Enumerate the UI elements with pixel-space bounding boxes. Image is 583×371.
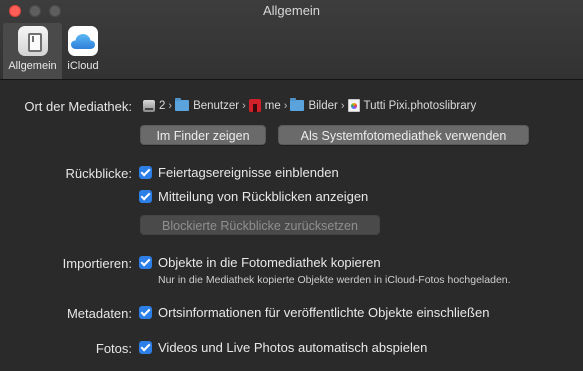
autoplay-checkbox[interactable] [139, 341, 152, 354]
copy-to-library-text: Objekte in die Fotomediathek kopieren [158, 255, 381, 270]
memories-notification-text: Mitteilung von Rückblicken anzeigen [158, 189, 369, 204]
tab-icloud-label: iCloud [67, 60, 99, 72]
folder-icon [175, 98, 190, 111]
path-segment-label: me [264, 99, 281, 112]
library-location-label: Ort der Mediathek: [24, 99, 132, 114]
location-info-checkbox[interactable] [139, 306, 152, 319]
path-segment-home[interactable]: me [248, 99, 281, 112]
library-path: 2 › Benutzer › me › Bilder › Tutti Pixi.… [143, 98, 477, 112]
path-segment-label: 2 [159, 99, 166, 112]
tab-general-label: Allgemein [8, 60, 57, 72]
copy-to-library-option[interactable]: Objekte in die Fotomediathek kopieren [139, 255, 381, 270]
path-separator: › [340, 99, 345, 112]
copy-to-library-checkbox[interactable] [139, 256, 152, 269]
path-segment-label: Benutzer [193, 99, 240, 112]
disk-icon [143, 99, 155, 112]
memories-notification-checkbox[interactable] [139, 190, 152, 203]
location-info-text: Ortsinformationen für veröffentlichte Ob… [158, 305, 490, 320]
path-segment-pictures[interactable]: Bilder [290, 98, 338, 112]
folder-icon [290, 98, 305, 111]
holiday-events-checkbox[interactable] [139, 166, 152, 179]
icloud-icon [68, 26, 98, 56]
holiday-events-text: Feiertagsereignisse einblenden [158, 165, 339, 180]
tab-icloud[interactable]: iCloud [63, 23, 103, 79]
path-separator: › [283, 99, 288, 112]
holiday-events-option[interactable]: Feiertagsereignisse einblenden [139, 165, 339, 180]
window-title: Allgemein [262, 3, 321, 18]
reset-blocked-memories-button[interactable]: Blockierte Rückblicke zurücksetzen [140, 215, 380, 235]
general-switch-icon [17, 26, 48, 56]
path-segment-users[interactable]: Benutzer [175, 98, 240, 112]
memories-label: Rückblicke: [65, 166, 132, 181]
autoplay-option[interactable]: Videos und Live Photos automatisch abspi… [139, 340, 427, 355]
photos-label: Fotos: [95, 341, 132, 356]
preferences-window: Allgemein Allgemein iCloud Ort der Media… [0, 0, 583, 371]
metadata-label: Metadaten: [66, 306, 132, 321]
path-segment-disk[interactable]: 2 [143, 99, 166, 112]
path-segment-library[interactable]: Tutti Pixi.photoslibrary [347, 99, 477, 112]
show-in-finder-button[interactable]: Im Finder zeigen [140, 125, 266, 145]
home-icon [248, 99, 261, 112]
autoplay-text: Videos und Live Photos automatisch abspi… [158, 340, 428, 355]
photos-library-icon [347, 99, 360, 112]
titlebar-toolbar: Allgemein Allgemein iCloud [0, 0, 583, 80]
use-as-system-library-button[interactable]: Als Systemfotomediathek verwenden [278, 125, 529, 145]
path-separator: › [242, 99, 246, 112]
path-segment-label: Tutti Pixi.photoslibrary [363, 99, 477, 112]
path-separator: › [168, 99, 173, 112]
path-segment-label: Bilder [308, 99, 338, 112]
importing-label: Importieren: [62, 256, 132, 271]
importing-note: Nur in die Mediathek kopierte Objekte we… [158, 274, 511, 286]
location-info-option[interactable]: Ortsinformationen für veröffentlichte Ob… [139, 305, 489, 320]
memories-notification-option[interactable]: Mitteilung von Rückblicken anzeigen [139, 189, 368, 204]
tab-general[interactable]: Allgemein [3, 23, 62, 79]
